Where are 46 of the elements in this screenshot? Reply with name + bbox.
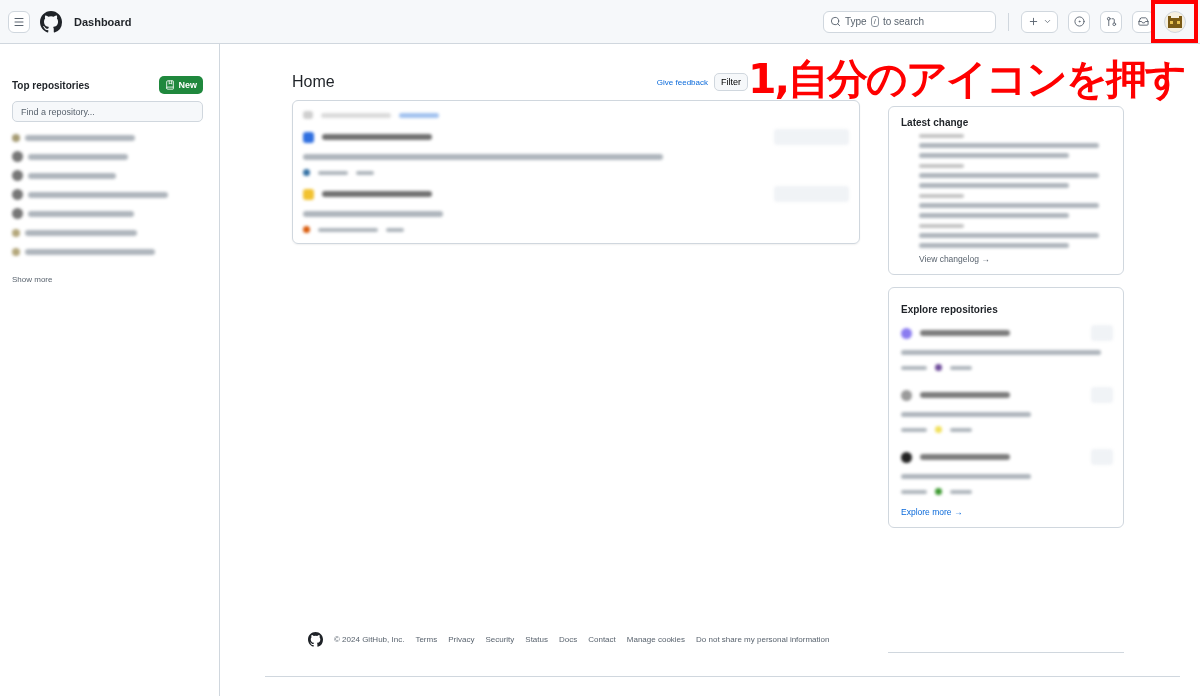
issue-icon xyxy=(1073,16,1085,27)
footer-link[interactable]: Manage cookies xyxy=(626,635,686,644)
create-button[interactable] xyxy=(1021,10,1058,33)
github-logo[interactable] xyxy=(308,632,323,647)
menu-icon xyxy=(13,15,25,28)
language-dot xyxy=(935,488,942,495)
footer-link[interactable]: Contact xyxy=(588,635,616,644)
explore-more-link[interactable]: Explore more → xyxy=(901,507,1113,517)
pull-request-icon xyxy=(1105,16,1117,27)
repository-icon xyxy=(165,80,176,90)
copyright-text: © 2024 GitHub, Inc. xyxy=(334,635,405,644)
caret-icon xyxy=(1042,17,1052,26)
language-dot xyxy=(303,169,310,176)
inbox-icon xyxy=(1137,16,1149,27)
panel-title: Latest change xyxy=(901,117,970,128)
filter-button[interactable]: Filter xyxy=(714,73,748,91)
new-button[interactable]: New xyxy=(159,76,203,94)
highlight-frame xyxy=(1151,0,1198,43)
feedback-link[interactable]: Give feedback xyxy=(656,77,708,87)
repository-search-field[interactable]: Find a repository... xyxy=(12,101,203,122)
annotation-text: 1,自分のアイコンを押す xyxy=(748,54,1186,105)
section-title: Top repositories xyxy=(12,79,90,91)
panel-title: Explore repositories xyxy=(901,304,999,315)
inbox-button[interactable] xyxy=(1132,10,1154,33)
footer-link[interactable]: Docs xyxy=(559,635,578,644)
menu-button[interactable] xyxy=(8,10,30,33)
show-more-link[interactable]: Show more xyxy=(12,275,203,284)
home-title: Home xyxy=(292,73,336,91)
footer-link[interactable]: Security xyxy=(485,635,515,644)
footer-link[interactable]: Terms xyxy=(415,635,438,644)
github-logo[interactable] xyxy=(40,10,62,33)
avatar-button[interactable] xyxy=(1164,10,1186,33)
footer-link[interactable]: Do not share my personal information xyxy=(696,635,830,644)
footer-link[interactable]: Privacy xyxy=(448,635,475,644)
plus-icon xyxy=(1027,16,1039,27)
page-title: Dashboard xyxy=(74,15,132,28)
search-icon xyxy=(830,16,841,27)
language-dot xyxy=(303,226,310,233)
issues-button[interactable] xyxy=(1068,10,1090,33)
footer-link[interactable]: Status xyxy=(525,635,548,644)
language-dot xyxy=(935,426,942,433)
language-dot xyxy=(935,364,942,371)
changelog-link[interactable]: View changelog → xyxy=(901,254,1113,264)
avatar-icon xyxy=(1168,15,1182,28)
pull-requests-button[interactable] xyxy=(1100,10,1122,33)
search-field[interactable]: Type / to search xyxy=(823,10,996,33)
